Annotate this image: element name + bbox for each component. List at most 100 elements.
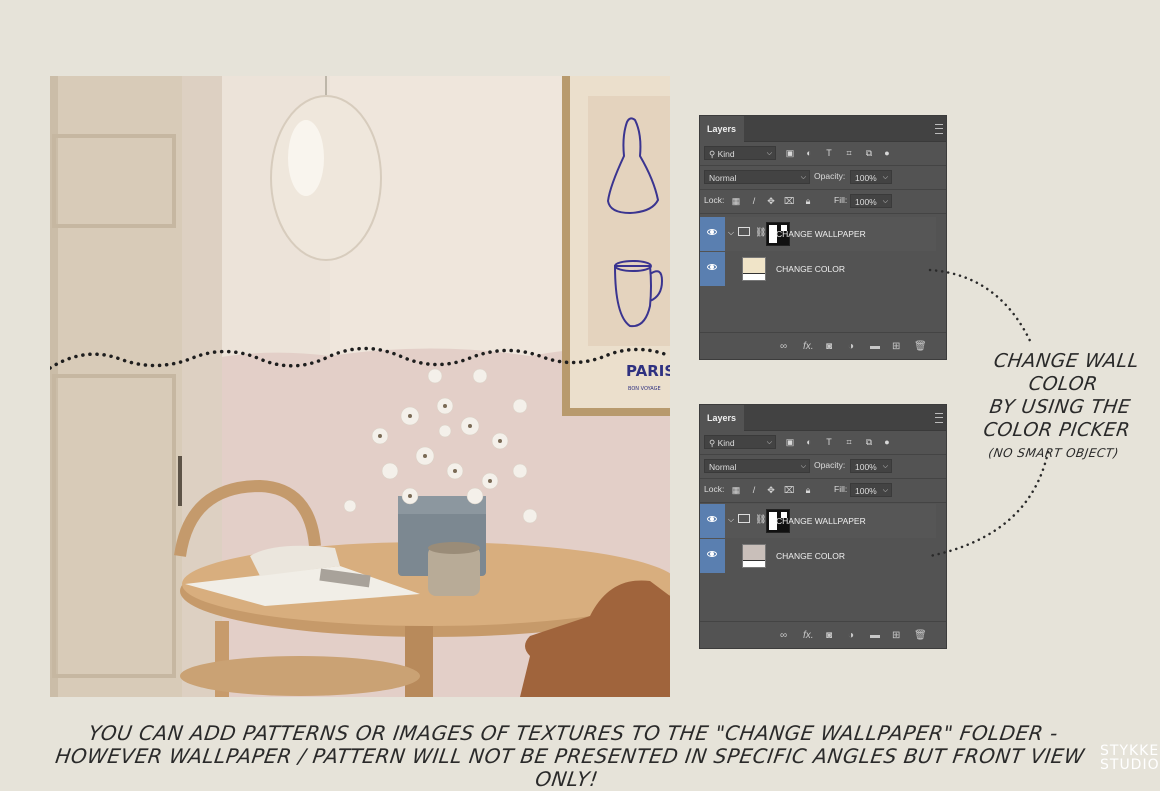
visibility-eye-icon[interactable] — [700, 217, 725, 251]
shape-filter-icon[interactable]: ⌗ — [844, 437, 854, 447]
color-picker-note: CHANGE WALL COLOR BY USING THE COLOR PIC… — [947, 350, 1160, 465]
trash-icon[interactable]: 🗑︎ — [914, 630, 927, 641]
layer-row-change-color[interactable]: CHANGE COLOR — [700, 539, 936, 573]
panel-menu-icon[interactable] — [935, 413, 943, 423]
lock-position-icon[interactable]: ✥ — [766, 196, 776, 206]
lock-brush-icon[interactable]: / — [749, 196, 759, 206]
panel-header: Layers — [700, 405, 946, 431]
poster-subtitle: BON VOYAGE — [628, 386, 661, 392]
layers-panel-bottom[interactable]: Layers ⚲ Kind ⌵ ▣ ◐ T ⌗ ⧉ ● Normal ⌵ Opaci… — [699, 404, 947, 649]
layer-name[interactable]: CHANGE WALLPAPER — [776, 229, 866, 239]
layer-row-change-wallpaper[interactable]: ⌵ ⛓ CHANGE WALLPAPER — [700, 217, 936, 251]
layers-panel-top[interactable]: Layers ⚲ Kind ⌵ ▣ ◐ T ⌗ ⧉ ● Normal ⌵ Opaci… — [699, 115, 947, 360]
new-group-icon[interactable]: ▬ — [870, 630, 880, 641]
poster-title: PARIS — [626, 362, 670, 380]
filter-kind-select[interactable]: ⚲ Kind ⌵ — [704, 146, 776, 160]
new-layer-icon[interactable]: ⊞ — [892, 630, 900, 641]
blend-row: Normal ⌵ Opacity: 100% ⌵ — [700, 455, 946, 479]
chevron-down-icon[interactable]: ⌵ — [728, 515, 734, 525]
note-line: (NO SMART OBJECT) — [987, 446, 1120, 460]
color-fill-thumbnail[interactable] — [742, 257, 766, 281]
type-filter-icon[interactable]: T — [824, 148, 834, 158]
note-line: BY USING THE — [988, 396, 1133, 418]
trash-icon[interactable]: 🗑︎ — [914, 341, 927, 352]
note-line: CHANGE WALL COLOR — [992, 350, 1141, 395]
layer-name[interactable]: CHANGE COLOR — [776, 264, 845, 274]
filter-kind-select[interactable]: ⚲ Kind ⌵ — [704, 435, 776, 449]
link-icon[interactable]: ⛓ — [755, 227, 766, 238]
adjustment-filter-icon[interactable]: ◐ — [804, 437, 814, 447]
note-line: COLOR PICKER — [982, 419, 1132, 441]
lock-pixels-icon[interactable]: ▦ — [731, 485, 741, 495]
fx-icon[interactable]: fx. — [803, 630, 814, 641]
adjustment-filter-icon[interactable]: ◐ — [804, 148, 814, 158]
filter-row: ⚲ Kind ⌵ ▣ ◐ T ⌗ ⧉ ● — [700, 431, 946, 455]
caption: YOU CAN ADD PATTERNS OR IMAGES OF TEXTUR… — [35, 721, 1105, 791]
layer-name[interactable]: CHANGE COLOR — [776, 551, 845, 561]
fill-input[interactable]: 100% ⌵ — [850, 194, 892, 208]
lock-label: Lock: — [704, 195, 725, 205]
shape-filter-icon[interactable]: ⌗ — [844, 148, 854, 158]
chevron-down-icon: ⌵ — [882, 198, 888, 205]
fill-label: Fill: — [834, 195, 848, 205]
visibility-eye-icon[interactable] — [700, 252, 725, 286]
lock-all-icon[interactable]: 🔒︎ — [803, 485, 813, 495]
chevron-down-icon: ⌵ — [800, 174, 806, 181]
lock-pixels-icon[interactable]: ▦ — [731, 196, 741, 206]
panel-footer: ∞ fx. ◙ ◑ ▬ ⊞ 🗑︎ — [700, 621, 946, 648]
filter-toggle-icon[interactable]: ● — [882, 148, 892, 158]
layer-row-change-wallpaper[interactable]: ⌵ ⛓ CHANGE WALLPAPER — [700, 504, 936, 538]
fill-label: Fill: — [834, 484, 848, 494]
blend-mode-select[interactable]: Normal ⌵ — [704, 459, 810, 473]
blend-mode-select[interactable]: Normal ⌵ — [704, 170, 810, 184]
opacity-label: Opacity: — [814, 171, 846, 181]
add-mask-icon[interactable]: ◙ — [826, 630, 832, 641]
lock-position-icon[interactable]: ✥ — [766, 485, 776, 495]
type-filter-icon[interactable]: T — [824, 437, 834, 447]
layers-tab[interactable]: Layers — [700, 116, 744, 142]
smart-object-filter-icon[interactable]: ⧉ — [864, 437, 874, 447]
opacity-input[interactable]: 100% ⌵ — [850, 459, 892, 473]
adjustment-layer-icon[interactable]: ◑ — [848, 630, 854, 641]
filter-toggle-icon[interactable]: ● — [882, 437, 892, 447]
visibility-eye-icon[interactable] — [700, 504, 725, 538]
caption-line: YOU CAN ADD PATTERNS OR IMAGES OF TEXTUR… — [86, 721, 1060, 745]
smart-object-filter-icon[interactable]: ⧉ — [864, 148, 874, 158]
adjustment-layer-icon[interactable]: ◑ — [848, 341, 854, 352]
lock-label: Lock: — [704, 484, 725, 494]
add-mask-icon[interactable]: ◙ — [826, 341, 832, 352]
lock-row: Lock: ▦ / ✥ ⌧ 🔒︎ Fill: 100% ⌵ — [700, 479, 946, 503]
layer-name[interactable]: CHANGE WALLPAPER — [776, 516, 866, 526]
lock-artboard-icon[interactable]: ⌧ — [784, 196, 794, 206]
lock-artboard-icon[interactable]: ⌧ — [784, 485, 794, 495]
search-icon: ⚲ — [709, 438, 716, 448]
image-filter-icon[interactable]: ▣ — [785, 437, 795, 447]
folder-icon — [738, 227, 750, 236]
chevron-down-icon: ⌵ — [766, 150, 772, 157]
chevron-down-icon[interactable]: ⌵ — [728, 228, 734, 238]
new-group-icon[interactable]: ▬ — [870, 341, 880, 352]
color-fill-thumbnail[interactable] — [742, 544, 766, 568]
layers-tab[interactable]: Layers — [700, 405, 744, 431]
opacity-input[interactable]: 100% ⌵ — [850, 170, 892, 184]
fill-input[interactable]: 100% ⌵ — [850, 483, 892, 497]
chevron-down-icon: ⌵ — [882, 487, 888, 494]
lock-all-icon[interactable]: 🔒︎ — [803, 196, 813, 206]
filter-row: ⚲ Kind ⌵ ▣ ◐ T ⌗ ⧉ ● — [700, 142, 946, 166]
link-layers-icon[interactable]: ∞ — [780, 630, 787, 641]
chevron-down-icon: ⌵ — [882, 174, 888, 181]
link-icon[interactable]: ⛓ — [755, 514, 766, 525]
image-filter-icon[interactable]: ▣ — [785, 148, 795, 158]
brand-logo: STYKKE STUDIO — [1100, 743, 1160, 773]
new-layer-icon[interactable]: ⊞ — [892, 341, 900, 352]
layer-row-change-color[interactable]: CHANGE COLOR — [700, 252, 936, 286]
caption-line: HOWEVER WALLPAPER / PATTERN WILL NOT BE … — [53, 744, 1087, 791]
visibility-eye-icon[interactable] — [700, 539, 725, 573]
search-icon: ⚲ — [709, 149, 716, 159]
lock-brush-icon[interactable]: / — [749, 485, 759, 495]
folder-icon — [738, 514, 750, 523]
blend-row: Normal ⌵ Opacity: 100% ⌵ — [700, 166, 946, 190]
panel-menu-icon[interactable] — [935, 124, 943, 134]
link-layers-icon[interactable]: ∞ — [780, 341, 787, 352]
fx-icon[interactable]: fx. — [803, 341, 814, 352]
